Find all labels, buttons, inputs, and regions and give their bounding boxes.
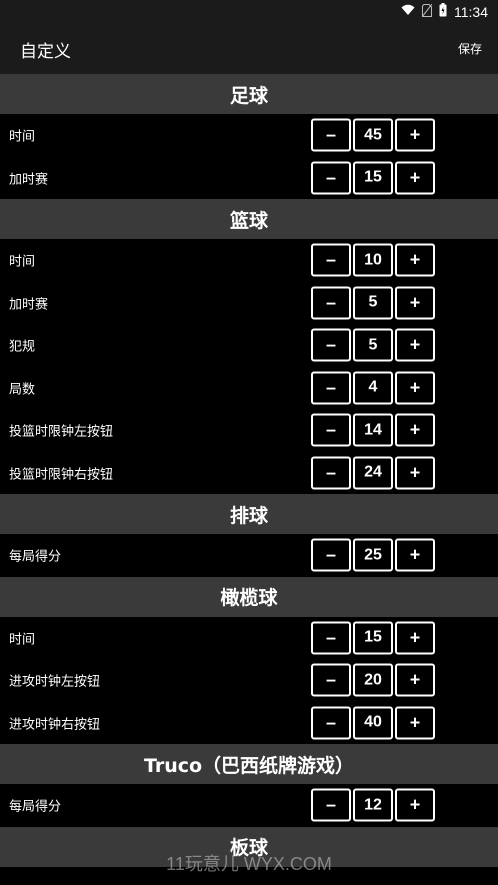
stepper-value: 14 xyxy=(353,413,393,447)
no-sim-icon xyxy=(421,3,433,21)
section-body: 每局得分 –12 + xyxy=(0,784,498,827)
setting-label: 投篮时限钟左按钮 xyxy=(9,424,114,440)
setting-row: 投篮时限钟左按钮 –14 + xyxy=(0,409,498,452)
section-body: 时间 –15 + 进攻时钟左按钮 –20 + 进攻时钟右按钮 –40 + xyxy=(0,617,498,745)
stepper-value: 15 xyxy=(353,621,393,655)
increment-button[interactable]: + xyxy=(395,663,435,697)
increment-button[interactable]: + xyxy=(395,328,435,362)
stepper-value: 15 xyxy=(353,161,393,195)
decrement-button[interactable]: – xyxy=(311,371,351,405)
value-stepper: –5 + xyxy=(311,328,435,362)
setting-row: 加时赛 –15 + xyxy=(0,157,498,200)
setting-row: 每局得分 –25 + xyxy=(0,534,498,577)
value-stepper: –45 + xyxy=(311,118,435,152)
setting-row: 时间 –45 + xyxy=(0,114,498,157)
status-bar: 11:34 xyxy=(0,0,498,24)
decrement-button[interactable]: – xyxy=(311,161,351,195)
increment-button[interactable]: + xyxy=(395,621,435,655)
setting-label: 犯规 xyxy=(9,339,36,355)
setting-label: 时间 xyxy=(9,254,36,270)
increment-button[interactable]: + xyxy=(395,706,435,740)
increment-button[interactable]: + xyxy=(395,118,435,152)
increment-button[interactable]: + xyxy=(395,413,435,447)
increment-button[interactable]: + xyxy=(395,371,435,405)
setting-label: 局数 xyxy=(9,382,36,398)
decrement-button[interactable]: – xyxy=(311,663,351,697)
section-header: 橄榄球 xyxy=(0,576,498,617)
status-icons: 11:34 xyxy=(401,0,488,24)
stepper-value: 40 xyxy=(353,706,393,740)
setting-label: 进攻时钟左按钮 xyxy=(9,674,101,690)
value-stepper: –20 + xyxy=(311,663,435,697)
decrement-button[interactable]: – xyxy=(311,456,351,490)
status-time: 11:34 xyxy=(454,4,488,20)
stepper-value: 20 xyxy=(353,663,393,697)
stepper-value: 4 xyxy=(353,371,393,405)
section-body: 时间 –10 + 加时赛 –5 + 犯规 –5 + 局数 –4 + 投篮时限钟左按钮 –14 + 投篮时限钟右… xyxy=(0,239,498,494)
stepper-value: 12 xyxy=(353,788,393,822)
value-stepper: –12 + xyxy=(311,788,435,822)
setting-label: 投篮时限钟右按钮 xyxy=(9,467,114,483)
setting-label: 每局得分 xyxy=(9,549,62,565)
increment-button[interactable]: + xyxy=(395,456,435,490)
save-button[interactable]: 保存 xyxy=(458,40,482,57)
setting-row: 时间 –15 + xyxy=(0,617,498,660)
page-title: 自定义 xyxy=(20,42,71,62)
decrement-button[interactable]: – xyxy=(311,706,351,740)
setting-row: 进攻时钟右按钮 –40 + xyxy=(0,702,498,745)
setting-row: 投篮时限钟右按钮 –24 + xyxy=(0,452,498,495)
increment-button[interactable]: + xyxy=(395,788,435,822)
section-header: 篮球 xyxy=(0,199,498,239)
setting-row: 进攻时钟左按钮 –20 + xyxy=(0,659,498,702)
setting-label: 加时赛 xyxy=(9,172,49,188)
setting-row: 时间 –10 + xyxy=(0,239,498,282)
setting-row: 每局得分 –12 + xyxy=(0,784,498,827)
setting-label: 加时赛 xyxy=(9,297,49,313)
stepper-value: 25 xyxy=(353,538,393,572)
app-bar: 自定义 保存 xyxy=(0,24,498,74)
decrement-button[interactable]: – xyxy=(311,286,351,320)
setting-label: 进攻时钟右按钮 xyxy=(9,717,101,733)
section-header: 足球 xyxy=(0,74,498,114)
setting-row: 加时赛 –5 + xyxy=(0,282,498,325)
decrement-button[interactable]: – xyxy=(311,243,351,277)
decrement-button[interactable]: – xyxy=(311,621,351,655)
settings-list[interactable]: 足球 时间 –45 + 加时赛 –15 + 篮球 时间 –10 + 加时赛 –5 + 犯规 –5 + 局数 –4 + 投… xyxy=(0,74,498,885)
stepper-value: 5 xyxy=(353,286,393,320)
section-header: Truco（巴西纸牌游戏） xyxy=(0,744,498,784)
value-stepper: –4 + xyxy=(311,371,435,405)
decrement-button[interactable]: – xyxy=(311,538,351,572)
increment-button[interactable]: + xyxy=(395,286,435,320)
stepper-value: 24 xyxy=(353,456,393,490)
increment-button[interactable]: + xyxy=(395,243,435,277)
stepper-value: 45 xyxy=(353,118,393,152)
section-body: 时间 –45 + 加时赛 –15 + xyxy=(0,114,498,199)
value-stepper: –24 + xyxy=(311,456,435,490)
stepper-value: 10 xyxy=(353,243,393,277)
setting-label: 每局得分 xyxy=(9,799,62,815)
value-stepper: –10 + xyxy=(311,243,435,277)
decrement-button[interactable]: – xyxy=(311,328,351,362)
setting-row: 犯规 –5 + xyxy=(0,324,498,367)
section-body: 每局得分 –25 + xyxy=(0,534,498,577)
value-stepper: –5 + xyxy=(311,286,435,320)
wifi-icon xyxy=(401,4,415,20)
value-stepper: –15 + xyxy=(311,621,435,655)
increment-button[interactable]: + xyxy=(395,538,435,572)
value-stepper: –15 + xyxy=(311,161,435,195)
battery-icon xyxy=(439,3,447,21)
setting-row: 局数 –4 + xyxy=(0,367,498,410)
decrement-button[interactable]: – xyxy=(311,788,351,822)
stepper-value: 5 xyxy=(353,328,393,362)
value-stepper: –25 + xyxy=(311,538,435,572)
setting-label: 时间 xyxy=(9,632,36,648)
section-header: 板球 xyxy=(0,826,498,867)
increment-button[interactable]: + xyxy=(395,161,435,195)
value-stepper: –14 + xyxy=(311,413,435,447)
value-stepper: –40 + xyxy=(311,706,435,740)
section-header: 排球 xyxy=(0,494,498,534)
decrement-button[interactable]: – xyxy=(311,118,351,152)
setting-label: 时间 xyxy=(9,129,36,145)
decrement-button[interactable]: – xyxy=(311,413,351,447)
